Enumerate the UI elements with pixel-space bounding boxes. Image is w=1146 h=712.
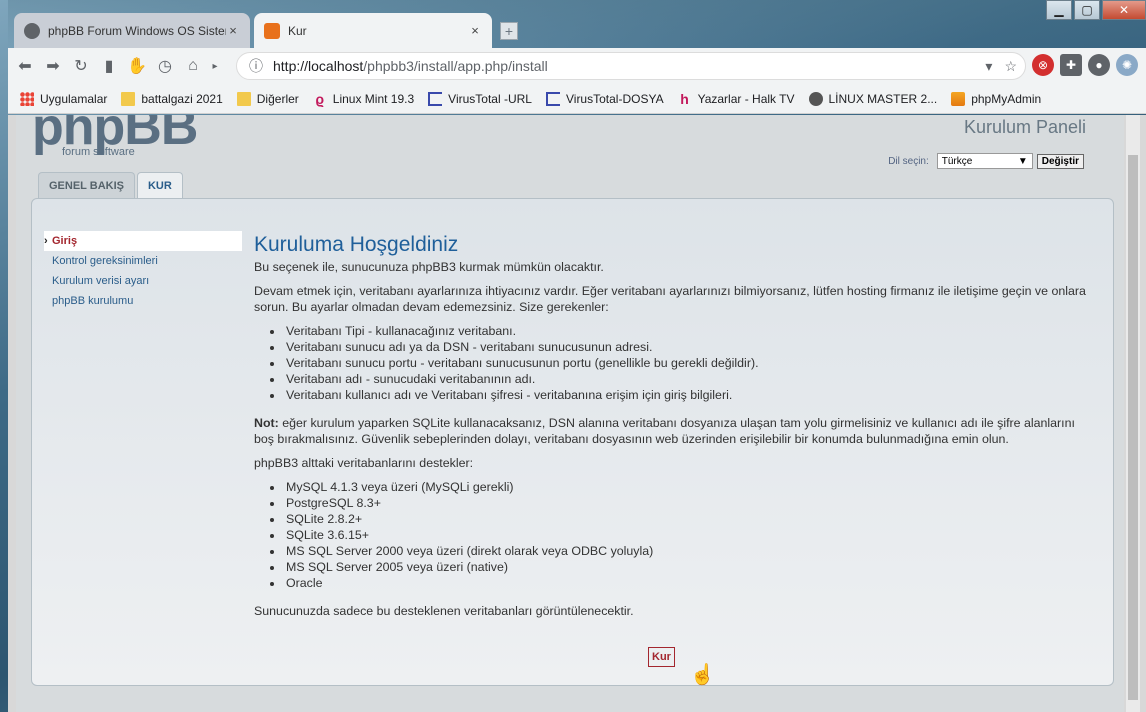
page-heading: Kuruluma Hoşgeldiniz [254, 233, 459, 256]
bookmark-linux-master[interactable]: LİNUX MASTER 2... [808, 91, 937, 106]
halktv-icon: h [680, 90, 689, 107]
close-window-button[interactable]: ✕ [1102, 0, 1146, 20]
bookmark-phpmyadmin[interactable]: phpMyAdmin [951, 91, 1041, 106]
tab-strip: phpBB Forum Windows OS Sistem × Kur × + … [8, 0, 1146, 48]
dropdown-icon[interactable]: ▾ [985, 58, 992, 75]
language-selector: Dil seçin: Türkçe ▼ Değiştir [888, 153, 1084, 169]
globe-icon [808, 91, 823, 106]
list-item: Oracle [284, 575, 1094, 591]
new-tab-button[interactable]: + [500, 22, 518, 40]
requirements-list: Veritabanı Tipi - kullanacağınız veritab… [284, 323, 1094, 403]
list-item: MySQL 4.1.3 veya üzeri (MySQLi gerekli) [284, 479, 1094, 495]
star-icon[interactable]: ☆ [1004, 58, 1017, 75]
chevron-right-icon[interactable]: ▸ [210, 55, 220, 77]
page-background: phpBB forum software Kurulum Paneli Dil … [16, 115, 1124, 712]
folder-icon [121, 91, 136, 106]
profile-icon[interactable]: ● [1088, 54, 1110, 76]
tab-kur[interactable]: Kur × [254, 13, 492, 48]
browser-window: phpBB Forum Windows OS Sistem × Kur × + … [8, 0, 1146, 712]
language-select[interactable]: Türkçe ▼ [936, 153, 1033, 169]
list-item: MS SQL Server 2005 veya üzeri (native) [284, 559, 1094, 575]
intro-text: Bu seçenek ile, sunucunuza phpBB3 kurmak… [254, 260, 604, 274]
panel-title: Kurulum Paneli [963, 117, 1086, 137]
list-item: Veritabanı kullanıcı adı ve Veritabanı ş… [284, 387, 1094, 403]
bookmark-virustotal-dosya[interactable]: VirusTotal-DOSYA [545, 91, 664, 106]
xampp-icon [264, 22, 280, 39]
supports-text: phpBB3 alttaki veritabanlarını destekler… [254, 456, 474, 470]
menu-item-requirements[interactable]: Kontrol gereksinimleri [44, 251, 242, 271]
tab-phpbb-forum[interactable]: phpBB Forum Windows OS Sistem × [14, 13, 250, 48]
pma-icon [951, 91, 966, 106]
browser-toolbar: ⬅ ➡ ↻ ▮ ✋ ◷ ⌂ ▸ ⓘ http://localhost/phpbb… [8, 48, 1146, 84]
minimize-button[interactable]: ▁ [1046, 0, 1072, 20]
block-extension-icon[interactable]: ⊗ [1032, 54, 1054, 76]
maximize-button[interactable]: ▢ [1074, 0, 1100, 20]
note-text: eğer kurulum yaparken SQLite kullanacaks… [254, 416, 1075, 446]
puzzle-icon[interactable]: ✚ [1060, 54, 1082, 76]
folder-icon [236, 91, 251, 106]
page-viewport: phpBB forum software Kurulum Paneli Dil … [8, 115, 1146, 712]
extensions-area: ⊗ ✚ ● ✺ [1032, 54, 1138, 76]
vertical-scrollbar[interactable] [1126, 115, 1140, 712]
bookmark-halktv[interactable]: h Yazarlar - Halk TV [678, 90, 794, 107]
forward-icon[interactable]: ➡ [42, 55, 64, 77]
list-item: PostgreSQL 8.3+ [284, 495, 1094, 511]
database-list: MySQL 4.1.3 veya üzeri (MySQLi gerekli) … [284, 479, 1094, 591]
virustotal-icon [428, 91, 443, 106]
hand-cursor-icon: ☝ [690, 664, 715, 686]
bookmark-manager-icon[interactable]: ▮ [98, 55, 120, 77]
reload-icon[interactable]: ↻ [70, 55, 92, 77]
language-label: Dil seçin: [888, 155, 929, 167]
menu-item-phpbb-install[interactable]: phpBB kurulumu [44, 291, 242, 311]
mint-icon: ϱ [315, 90, 325, 107]
tab-title: Kur [288, 23, 307, 38]
list-item: SQLite 2.8.2+ [284, 511, 1094, 527]
globe-icon [24, 22, 40, 39]
install-button[interactable]: Kur [648, 647, 675, 667]
scrollbar-thumb[interactable] [1128, 155, 1138, 700]
close-tab-icon[interactable]: × [226, 23, 240, 38]
list-item: Veritabanı sunucu portu - veritabanı sun… [284, 355, 1094, 371]
list-item: SQLite 3.6.15+ [284, 527, 1094, 543]
hand-icon[interactable]: ✋ [126, 55, 148, 77]
close-tab-icon[interactable]: × [468, 23, 482, 38]
main-content: Kuruluma Hoşgeldiniz Bu seçenek ile, sun… [254, 233, 1094, 627]
virustotal-icon [545, 91, 560, 106]
list-item: MS SQL Server 2000 veya üzeri (direkt ol… [284, 543, 1094, 559]
bookmark-linux-mint[interactable]: ϱ Linux Mint 19.3 [313, 92, 414, 106]
back-icon[interactable]: ⬅ [14, 55, 36, 77]
clock-icon[interactable]: ◷ [154, 55, 176, 77]
bookmark-apps[interactable]: Uygulamalar [20, 91, 107, 106]
note-paragraph: Not: eğer kurulum yaparken SQLite kullan… [254, 415, 1094, 447]
menu-item-giris[interactable]: Giriş [44, 231, 242, 251]
list-item: Veritabanı Tipi - kullanacağınız veritab… [284, 323, 1094, 339]
change-language-button[interactable]: Değiştir [1036, 153, 1084, 169]
url-host: http://localhost [273, 58, 364, 74]
tab-overview[interactable]: GENEL BAKIŞ [38, 172, 135, 198]
menu-icon[interactable]: ✺ [1116, 54, 1138, 76]
tab-title: phpBB Forum Windows OS Sistem [48, 23, 226, 38]
bookmark-battalgazi[interactable]: battalgazi 2021 [121, 91, 223, 106]
tab-install[interactable]: KUR [136, 172, 183, 199]
address-bar[interactable]: ⓘ http://localhost/phpbb3/install/app.ph… [236, 52, 1026, 80]
list-item: Veritabanı sunucu adı ya da DSN - verita… [284, 339, 1094, 355]
window-controls: ▁ ▢ ✕ [1044, 0, 1146, 20]
note-label: Not: [254, 416, 279, 430]
chevron-down-icon: ▼ [1017, 155, 1028, 167]
home-icon[interactable]: ⌂ [182, 55, 204, 77]
url-path: /phpbb3/install/app.php/install [363, 58, 548, 74]
menu-item-install-data[interactable]: Kurulum verisi ayarı [44, 271, 242, 291]
panel-tabs: GENEL BAKIŞ KUR [38, 172, 185, 199]
content-panel: Giriş Kontrol gereksinimleri Kurulum ver… [31, 198, 1114, 686]
bookmarks-bar: Uygulamalar battalgazi 2021 Diğerler ϱ Li… [8, 84, 1146, 114]
bookmark-digerler[interactable]: Diğerler [236, 91, 299, 106]
phpbb-logo[interactable]: phpBB forum software [32, 115, 202, 163]
footer-note: Sunucunuzda sadece bu desteklenen verita… [254, 604, 634, 618]
side-menu: Giriş Kontrol gereksinimleri Kurulum ver… [44, 231, 242, 311]
list-item: Veritabanı adı - sunucudaki veritabanını… [284, 371, 1094, 387]
info-icon[interactable]: ⓘ [249, 56, 263, 76]
requirements-paragraph: Devam etmek için, veritabanı ayarlarınız… [254, 284, 1086, 314]
apps-grid-icon [20, 91, 34, 106]
bookmark-virustotal-url[interactable]: VirusTotal -URL [428, 91, 532, 106]
